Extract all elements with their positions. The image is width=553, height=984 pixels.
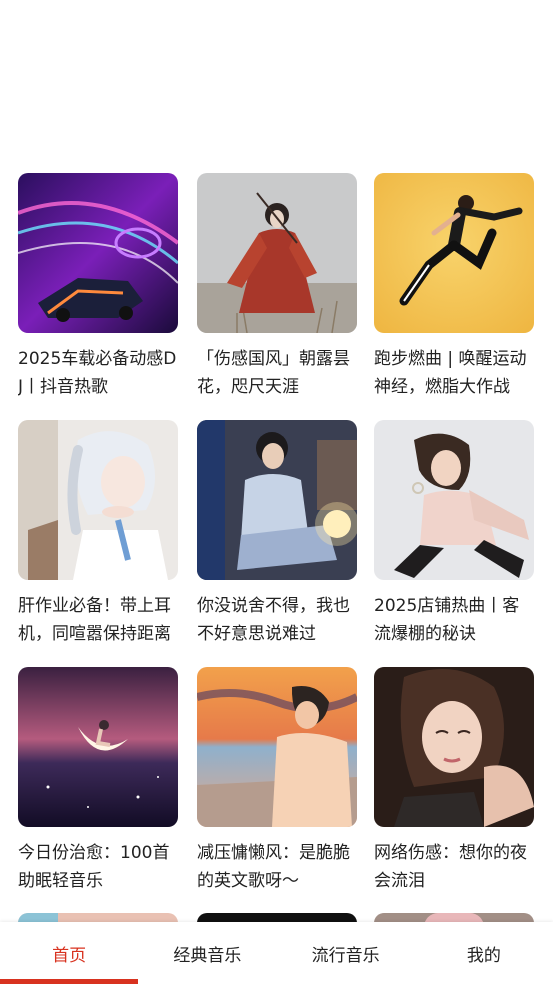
playlist-cover-image[interactable] [197, 667, 357, 827]
playlist-cover-image[interactable] [374, 420, 534, 580]
playlist-title[interactable]: 2025车载必备动感DJ丨抖音热歌 [18, 345, 180, 401]
playlist-cover-image[interactable] [18, 173, 178, 333]
app-screen: 2025车载必备动感DJ丨抖音热歌 「伤感国风」朝露昙花，咫尺天涯 跑步燃曲 |… [0, 0, 553, 984]
header-area [0, 0, 553, 172]
tab-label: 流行音乐 [311, 945, 380, 966]
tab-label: 经典音乐 [173, 945, 242, 966]
playlist-title[interactable]: 跑步燃曲 | 唤醒运动神经，燃脂大作战 [374, 345, 536, 401]
playlist-cover-image[interactable] [374, 173, 534, 333]
active-tab-indicator [0, 979, 139, 984]
tab-label: 我的 [466, 945, 501, 966]
playlist-title[interactable]: 你没说舍不得，我也不好意思说难过 [197, 592, 359, 648]
tab-mine[interactable]: 我的 [415, 922, 553, 984]
playlist-title[interactable]: 今日份治愈：100首助眠轻音乐 [18, 839, 180, 895]
bottom-tab-bar: 首页 经典音乐 流行音乐 我的 [0, 922, 553, 984]
playlist-cover-image[interactable] [18, 420, 178, 580]
tab-classic-music[interactable]: 经典音乐 [138, 922, 276, 984]
playlist-cover-image[interactable] [197, 173, 357, 333]
tab-label: 首页 [52, 945, 87, 966]
tab-pop-music[interactable]: 流行音乐 [277, 922, 415, 984]
playlist-title[interactable]: 减压慵懒风：是脆脆的英文歌呀～ [197, 839, 359, 895]
playlist-cover-image[interactable] [197, 420, 357, 580]
tab-home[interactable]: 首页 [0, 922, 139, 984]
playlist-title[interactable]: 网络伤感：想你的夜会流泪 [374, 839, 536, 895]
playlist-title[interactable]: 「伤感国风」朝露昙花，咫尺天涯 [197, 345, 359, 401]
playlist-title[interactable]: 肝作业必备！带上耳机，同喧嚣保持距离 [18, 592, 180, 648]
playlist-cover-image[interactable] [374, 667, 534, 827]
playlist-title[interactable]: 2025店铺热曲丨客流爆棚的秘诀 [374, 592, 536, 648]
playlist-cover-image[interactable] [18, 667, 178, 827]
